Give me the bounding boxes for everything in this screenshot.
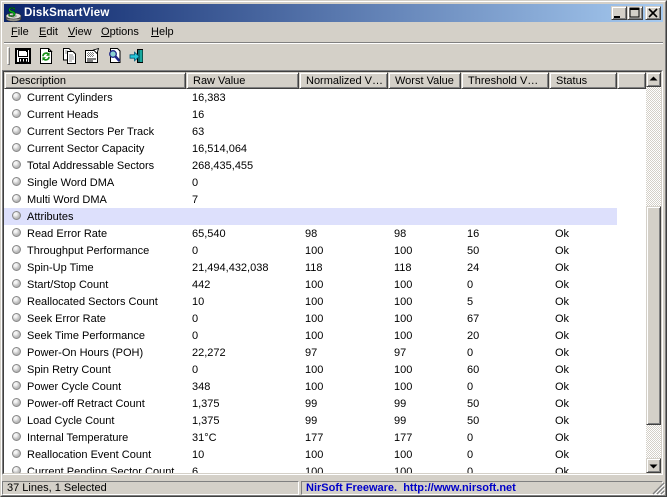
svg-text:S: S [8, 6, 16, 21]
